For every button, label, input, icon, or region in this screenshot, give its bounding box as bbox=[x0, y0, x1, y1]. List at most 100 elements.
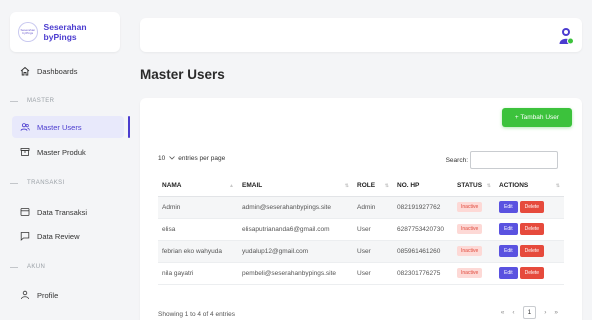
sidebar-item-master-produk[interactable]: Master Produk bbox=[12, 141, 124, 163]
sidebar-item-master-users[interactable]: Master Users bbox=[12, 116, 130, 138]
delete-button[interactable]: Delete bbox=[519, 245, 545, 257]
cell-nama: nila gayatri bbox=[158, 262, 238, 285]
search-input[interactable] bbox=[470, 151, 558, 169]
brand-logo: Seserahan byPings bbox=[18, 22, 38, 42]
edit-button[interactable]: Edit bbox=[499, 201, 518, 213]
sort-icon: ▲ bbox=[229, 183, 234, 190]
sidebar-item-label: Data Review bbox=[37, 231, 80, 241]
edit-button[interactable]: Edit bbox=[499, 223, 518, 235]
col-status[interactable]: STATUS ⇅ bbox=[453, 176, 495, 197]
cell-status: Inactive bbox=[453, 240, 495, 263]
col-actions[interactable]: ACTIONS ⇅ bbox=[495, 176, 564, 197]
cell-hp: 082301776275 bbox=[393, 262, 453, 285]
brand-logo-text: Seserahan byPings bbox=[20, 28, 36, 35]
users-table: NAMA ▲ EMAIL ⇅ ROLE ⇅ NO. HP STATUS ⇅ ACTION… bbox=[158, 176, 564, 285]
cell-actions: Edit Delete bbox=[495, 240, 564, 263]
page-button-1[interactable]: 1 bbox=[522, 306, 537, 319]
cell-status: Inactive bbox=[453, 218, 495, 241]
search: Search: bbox=[446, 151, 558, 169]
delete-button[interactable]: Delete bbox=[519, 267, 545, 279]
section-transaksi: TRANSAKSI bbox=[0, 178, 125, 188]
entries-per-page: 10 entries per page bbox=[158, 155, 225, 162]
topbar bbox=[140, 18, 582, 52]
cell-actions: Edit Delete bbox=[495, 196, 564, 219]
cell-role: User bbox=[353, 218, 393, 241]
col-email[interactable]: EMAIL ⇅ bbox=[238, 176, 353, 197]
sidebar-item-profile[interactable]: Profile bbox=[12, 284, 124, 306]
chat-icon bbox=[20, 231, 30, 241]
sidebar-item-label: Dashboards bbox=[37, 66, 78, 76]
chevron-down-icon bbox=[169, 155, 176, 162]
cell-role: Admin bbox=[353, 196, 393, 219]
delete-button[interactable]: Delete bbox=[519, 223, 545, 235]
cell-email: admin@seserahanbypings.site bbox=[238, 196, 353, 219]
users-icon bbox=[20, 122, 30, 132]
search-label: Search: bbox=[445, 156, 468, 164]
prev-page-button[interactable]: ‹ bbox=[512, 309, 514, 316]
page-title: Master Users bbox=[140, 67, 225, 82]
delete-button[interactable]: Delete bbox=[519, 201, 545, 213]
table-row: Admin admin@seserahanbypings.site Admin … bbox=[158, 196, 564, 219]
users-card: + Tambah User 10 entries per page Search… bbox=[140, 98, 582, 320]
table-row: febrian eko wahyuda yudalup12@gmail.com … bbox=[158, 240, 564, 263]
first-page-button[interactable]: « bbox=[501, 309, 505, 316]
entries-select-value: 10 bbox=[158, 155, 166, 162]
pagination: « ‹ 1 › » bbox=[497, 306, 562, 319]
col-nohp-label: NO. HP bbox=[397, 182, 420, 190]
box-icon bbox=[20, 147, 30, 157]
section-label: AKUN bbox=[27, 264, 46, 270]
status-badge: Inactive bbox=[457, 268, 483, 278]
cell-hp: 6287753420730 bbox=[393, 218, 453, 241]
sort-icon: ⇅ bbox=[555, 183, 560, 190]
edit-button[interactable]: Edit bbox=[499, 267, 518, 279]
cell-hp: 082191927762 bbox=[393, 196, 453, 219]
sidebar-item-label: Data Transaksi bbox=[37, 207, 88, 217]
cell-email: yudalup12@gmail.com bbox=[238, 240, 353, 263]
col-nohp[interactable]: NO. HP bbox=[393, 176, 453, 197]
edit-button[interactable]: Edit bbox=[499, 245, 518, 257]
sort-icon: ⇅ bbox=[486, 183, 491, 190]
table-row: elisa elisaputriananda6@gmail.com User 6… bbox=[158, 218, 564, 241]
status-badge: Inactive bbox=[457, 224, 483, 234]
sort-icon: ⇅ bbox=[384, 183, 389, 190]
col-role[interactable]: ROLE ⇅ bbox=[353, 176, 393, 197]
col-email-label: EMAIL bbox=[242, 182, 263, 190]
user-circle-icon[interactable] bbox=[558, 27, 574, 45]
section-master: MASTER bbox=[0, 96, 125, 106]
table-row: nila gayatri pembeli@seserahanbypings.si… bbox=[158, 262, 564, 285]
last-page-button[interactable]: » bbox=[554, 309, 558, 316]
status-badge: Inactive bbox=[457, 246, 483, 256]
user-icon bbox=[20, 290, 30, 300]
cell-email: pembeli@seserahanbypings.site bbox=[238, 262, 353, 285]
cell-actions: Edit Delete bbox=[495, 218, 564, 241]
brand-name: Seserahan byPings bbox=[43, 22, 87, 42]
cell-hp: 085961461260 bbox=[393, 240, 453, 263]
sidebar-item-label: Master Users bbox=[37, 122, 82, 132]
cell-status: Inactive bbox=[453, 196, 495, 219]
sort-icon: ⇅ bbox=[344, 183, 349, 190]
add-user-button[interactable]: + Tambah User bbox=[502, 108, 572, 127]
col-actions-label: ACTIONS bbox=[499, 182, 529, 190]
cell-nama: Admin bbox=[158, 196, 238, 219]
col-nama-label: NAMA bbox=[162, 182, 182, 190]
table-info: Showing 1 to 4 of 4 entries bbox=[158, 311, 235, 318]
table-header-row: NAMA ▲ EMAIL ⇅ ROLE ⇅ NO. HP STATUS ⇅ ACTION… bbox=[158, 176, 564, 197]
col-nama[interactable]: NAMA ▲ bbox=[158, 176, 238, 197]
cell-status: Inactive bbox=[453, 262, 495, 285]
cell-nama: febrian eko wahyuda bbox=[158, 240, 238, 263]
next-page-button[interactable]: › bbox=[544, 309, 546, 316]
sidebar-item-label: Profile bbox=[37, 290, 59, 300]
entries-label: entries per page bbox=[178, 155, 226, 162]
brand[interactable]: Seserahan byPings Seserahan byPings bbox=[10, 12, 120, 52]
receipt-icon bbox=[20, 207, 30, 217]
cell-nama: elisa bbox=[158, 218, 238, 241]
sidebar-item-label: Master Produk bbox=[37, 147, 86, 157]
sidebar-item-data-transaksi[interactable]: Data Transaksi bbox=[12, 201, 124, 223]
sidebar-item-dashboards[interactable]: Dashboards bbox=[12, 60, 124, 82]
cell-role: User bbox=[353, 240, 393, 263]
sidebar-item-data-review[interactable]: Data Review bbox=[12, 225, 124, 247]
entries-select[interactable]: 10 bbox=[158, 155, 176, 162]
section-akun: AKUN bbox=[0, 262, 125, 272]
status-badge: Inactive bbox=[457, 202, 483, 212]
sidebar: Seserahan byPings Seserahan byPings Dash… bbox=[0, 0, 130, 320]
